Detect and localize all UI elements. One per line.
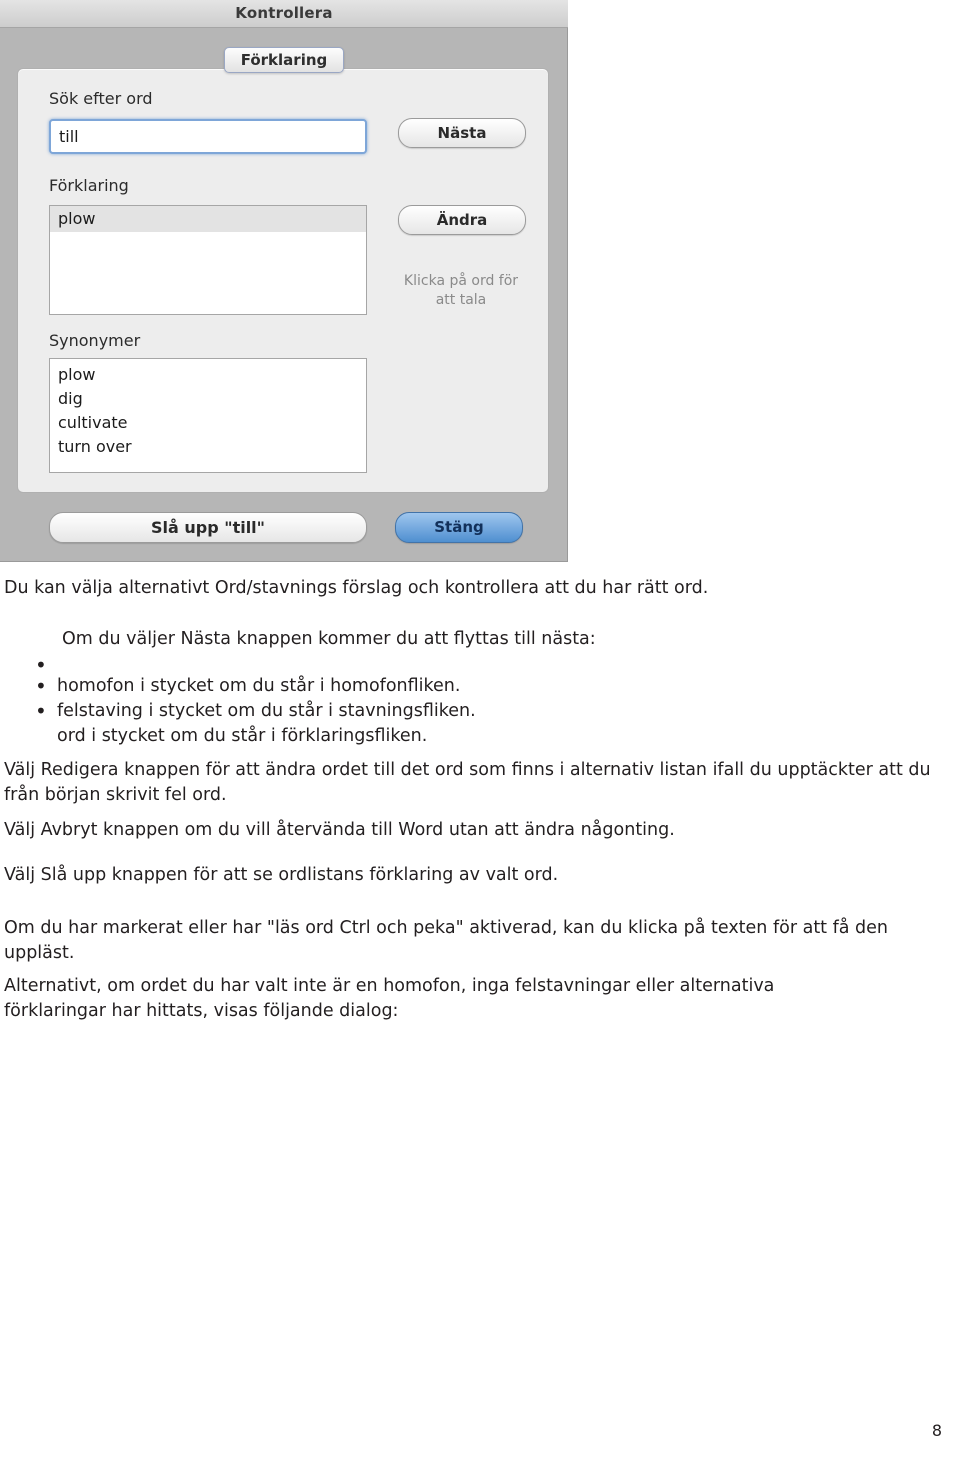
- lookup-button[interactable]: Slå upp "till": [49, 512, 367, 543]
- page-number: 8: [931, 1421, 942, 1440]
- paragraph-next-intro: Om du väljer Nästa knappen kommer du att…: [62, 629, 596, 649]
- paragraph-cancel: Välj Avbryt knappen om du vill återvända…: [4, 820, 675, 840]
- explanation-list[interactable]: plow: [49, 205, 367, 315]
- list-item[interactable]: plow: [58, 363, 358, 387]
- list-item[interactable]: cultivate: [58, 411, 358, 435]
- explanation-label: Förklaring: [49, 176, 129, 195]
- dialog-screenshot: Kontrollera Förklaring Sök efter ord til…: [0, 0, 568, 562]
- list-item-label: homofon i stycket om du står i homofonfl…: [57, 676, 461, 696]
- list-item-plain: ord i stycket om du står i förklaringsfl…: [57, 726, 428, 746]
- list-item-label: felstaving i stycket om du står i stavni…: [57, 701, 476, 721]
- close-button[interactable]: Stäng: [395, 512, 523, 543]
- search-word-input[interactable]: till: [49, 119, 367, 154]
- tab-forklaring[interactable]: Förklaring: [224, 47, 344, 73]
- paragraph-intro: Du kan välja alternativt Ord/stavnings f…: [4, 578, 709, 598]
- list-item: • homofon i stycket om du står i homofon…: [35, 674, 915, 699]
- speak-hint: Klicka på ord för att tala: [386, 272, 536, 310]
- search-word-label: Sök efter ord: [49, 89, 153, 108]
- synonyms-list[interactable]: plow dig cultivate turn over: [49, 358, 367, 473]
- speak-hint-line2: att tala: [435, 292, 487, 308]
- paragraph-lookup: Välj Slå upp knappen för att se ordlista…: [4, 865, 559, 885]
- list-item[interactable]: turn over: [58, 435, 358, 459]
- explanation-list-item[interactable]: plow: [50, 206, 366, 232]
- dialog-window-title: Kontrollera: [235, 4, 333, 22]
- paragraph-final: Alternativt, om ordet du har valt inte ä…: [4, 976, 775, 1021]
- list-item: • felstaving i stycket om du står i stav…: [35, 699, 915, 724]
- paragraph-edit: Välj Redigera knappen för att ändra orde…: [4, 760, 931, 805]
- change-button[interactable]: Ändra: [398, 205, 526, 235]
- synonyms-label: Synonymer: [49, 331, 141, 350]
- speak-hint-line1: Klicka på ord för: [403, 273, 519, 289]
- bullet-icon: •: [35, 674, 47, 698]
- list-item[interactable]: dig: [58, 387, 358, 411]
- paragraph-ctrl: Om du har markerat eller har "läs ord Ct…: [4, 918, 889, 963]
- next-button[interactable]: Nästa: [398, 118, 526, 148]
- bullet-icon: •: [35, 699, 47, 723]
